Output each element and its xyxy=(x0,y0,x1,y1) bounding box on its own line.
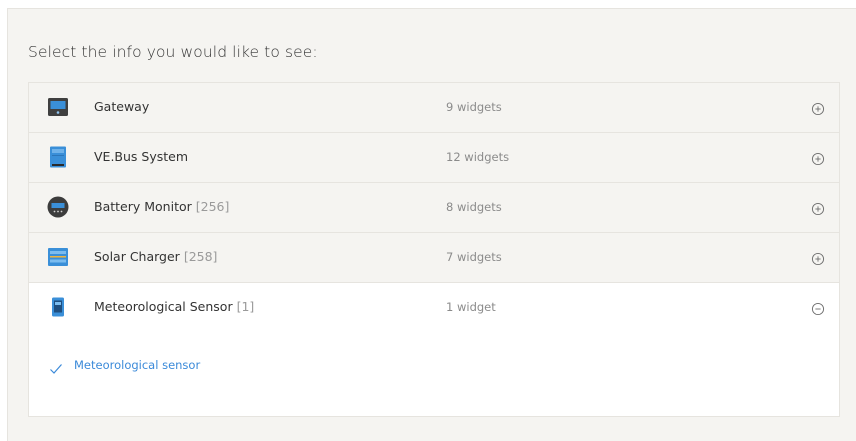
expand-plus-icon[interactable] xyxy=(811,101,825,116)
inverter-device-icon xyxy=(46,145,70,169)
device-name: Meteorological Sensor [1] xyxy=(94,299,255,314)
expand-plus-icon[interactable] xyxy=(811,151,825,166)
checkmark-icon xyxy=(49,360,63,374)
battery-monitor-icon xyxy=(46,195,70,219)
collapse-minus-icon[interactable] xyxy=(811,301,825,316)
meteo-sensor-icon xyxy=(46,295,70,319)
device-name: Solar Charger [258] xyxy=(94,249,218,264)
widget-count: 8 widgets xyxy=(446,200,502,214)
device-row-battery-monitor[interactable]: Battery Monitor [256] 8 widgets xyxy=(29,183,839,233)
widget-count: 12 widgets xyxy=(446,150,510,164)
device-instance: [256] xyxy=(195,199,230,214)
device-name: Gateway xyxy=(94,99,150,114)
device-list: Gateway 9 widgets VE.Bus System 12 widge… xyxy=(28,82,840,417)
device-row-gateway[interactable]: Gateway 9 widgets xyxy=(29,83,839,133)
expand-plus-icon[interactable] xyxy=(811,251,825,266)
expanded-widget-list: Meteorological sensor xyxy=(29,333,839,416)
device-instance: [1] xyxy=(236,299,255,314)
device-name: VE.Bus System xyxy=(94,149,189,164)
widget-selection-panel: Select the info you would like to see: G… xyxy=(7,8,856,441)
device-row-solar-charger[interactable]: Solar Charger [258] 7 widgets xyxy=(29,233,839,283)
page-title: Select the info you would like to see: xyxy=(28,43,318,61)
device-name: Battery Monitor [256] xyxy=(94,199,230,214)
device-instance: [258] xyxy=(183,249,218,264)
device-row-meteorological-sensor[interactable]: Meteorological Sensor [1] 1 widget xyxy=(29,283,839,333)
solar-charger-icon xyxy=(46,245,70,269)
widget-count: 1 widget xyxy=(446,300,496,314)
widget-count: 9 widgets xyxy=(446,100,502,114)
expand-plus-icon[interactable] xyxy=(811,201,825,216)
device-row-vebus-system[interactable]: VE.Bus System 12 widgets xyxy=(29,133,839,183)
widget-count: 7 widgets xyxy=(446,250,502,264)
widget-option-label: Meteorological sensor xyxy=(74,358,201,372)
gateway-device-icon xyxy=(46,95,70,119)
